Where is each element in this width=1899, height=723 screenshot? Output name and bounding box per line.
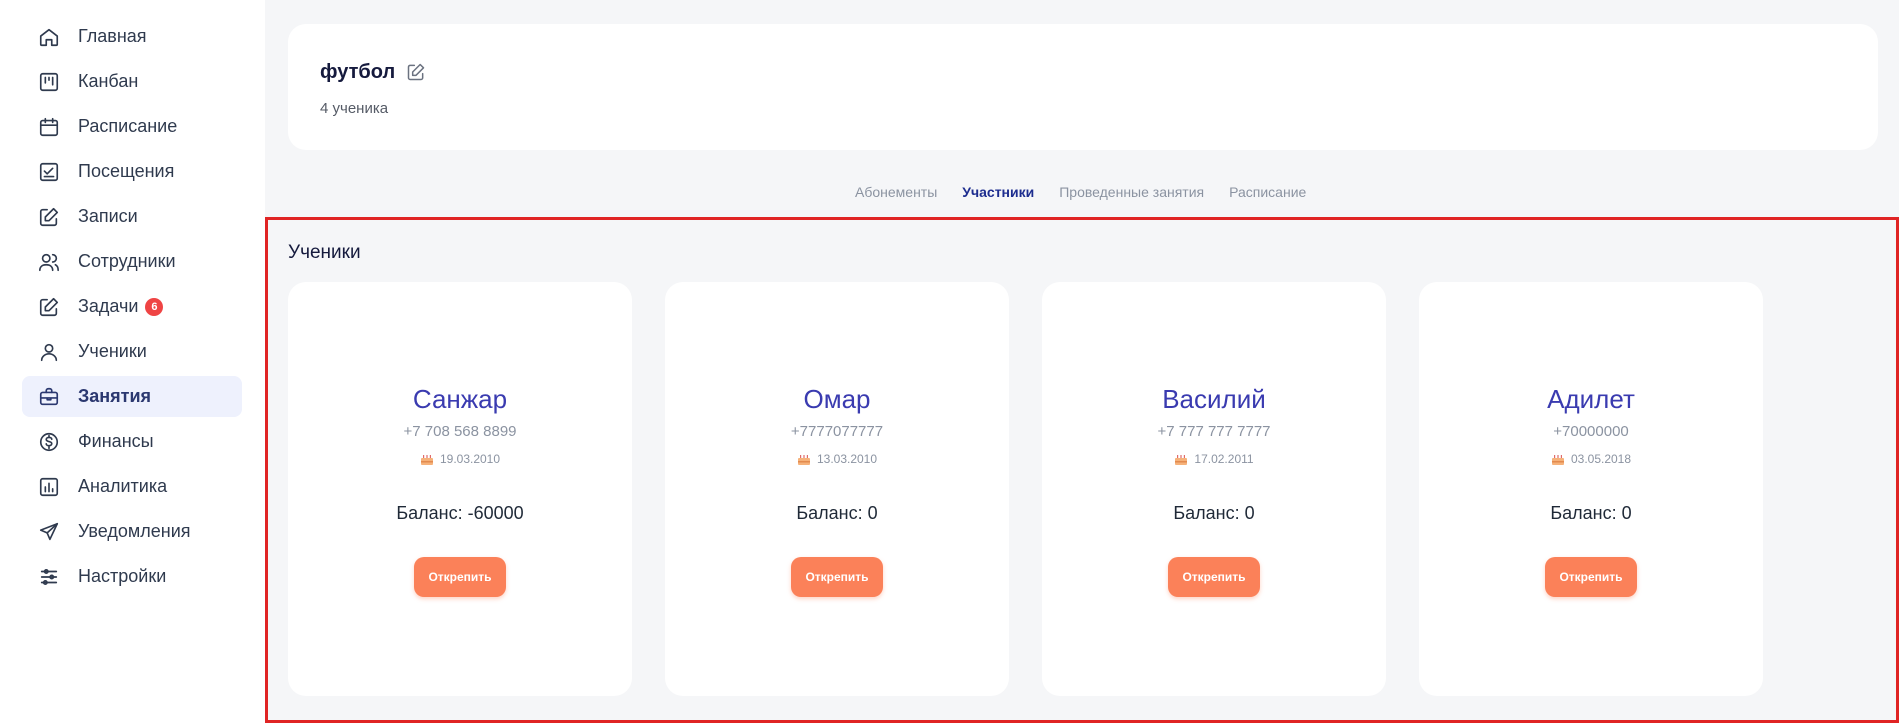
sidebar-item-notifications[interactable]: Уведомления (22, 511, 242, 552)
cake-icon (1174, 453, 1188, 465)
sidebar-item-label: Уведомления (78, 521, 191, 541)
cake-icon (420, 453, 434, 465)
sidebar-item-kanban[interactable]: Канбан (22, 61, 242, 102)
student-name: Адилет (1547, 384, 1635, 414)
sidebar-item-home[interactable]: Главная (22, 16, 242, 57)
sidebar-item-label: Сотрудники (78, 251, 176, 271)
bar-chart-icon (37, 475, 61, 499)
student-card: Омар +7777077777 13.03.2010 Баланс: 0 От… (665, 282, 1009, 696)
student-phone: +7777077777 (790, 423, 884, 440)
unpin-button[interactable]: Открепить (414, 557, 506, 597)
student-phone: +7 708 568 8899 (403, 423, 517, 440)
home-icon (37, 25, 61, 49)
tab-held-classes[interactable]: Проведенные занятия (1059, 184, 1204, 200)
group-title: футбол (320, 61, 396, 83)
student-birthdate: 17.02.2011 (1194, 452, 1254, 466)
group-header-card: футбол 4 ученика (288, 24, 1878, 150)
sidebar-item-attendance[interactable]: Посещения (22, 151, 242, 192)
student-name: Василий (1162, 384, 1266, 414)
kanban-icon (37, 70, 61, 94)
sidebar-item-schedule[interactable]: Расписание (22, 106, 242, 147)
student-card: Адилет +70000000 03.05.2018 Баланс: 0 От… (1419, 282, 1763, 696)
sidebar-item-students[interactable]: Ученики (22, 331, 242, 372)
cake-icon (797, 453, 811, 465)
student-balance: Баланс: 0 (796, 503, 878, 523)
student-birthdate-row: 17.02.2011 (1042, 452, 1386, 466)
sliders-icon (37, 565, 61, 589)
sidebar-item-label: Посещения (78, 161, 175, 181)
briefcase-icon (37, 385, 61, 409)
chart-check-icon (37, 160, 61, 184)
sidebar-item-label: Занятия (78, 386, 152, 406)
sidebar-item-analytics[interactable]: Аналитика (22, 466, 242, 507)
student-balance: Баланс: -60000 (396, 503, 524, 523)
sidebar-item-finance[interactable]: Финансы (22, 421, 242, 462)
sidebar-item-label: Настройки (78, 566, 167, 586)
tabs: Абонементы Участники Проведенные занятия… (855, 184, 1306, 200)
student-phone: +70000000 (1553, 423, 1629, 440)
edit-note-icon (37, 205, 61, 229)
student-count: 4 ученика (320, 100, 389, 117)
user-icon (37, 340, 61, 364)
sidebar-item-staff[interactable]: Сотрудники (22, 241, 242, 282)
tasks-count-badge: 6 (145, 297, 164, 316)
calendar-icon (37, 115, 61, 139)
student-balance: Баланс: 0 (1550, 503, 1632, 523)
students-section: Ученики Санжар +7 708 568 8899 19.03.201… (265, 217, 1899, 723)
sidebar-item-classes[interactable]: Занятия (22, 376, 242, 417)
student-birthdate: 03.05.2018 (1570, 452, 1632, 466)
student-birthdate: 19.03.2010 (439, 452, 501, 466)
edit-icon[interactable] (406, 62, 426, 82)
dollar-icon (37, 430, 61, 454)
sidebar: Главная Канбан Расписание Посещения Запи… (0, 0, 265, 723)
tasks-icon (37, 295, 61, 319)
unpin-button[interactable]: Открепить (791, 557, 883, 597)
tab-participants[interactable]: Участники (962, 184, 1034, 200)
sidebar-item-label: Ученики (78, 341, 147, 361)
cake-icon (1551, 453, 1565, 465)
student-card: Санжар +7 708 568 8899 19.03.2010 Баланс… (288, 282, 632, 696)
unpin-button[interactable]: Открепить (1545, 557, 1637, 597)
student-name: Омар (803, 384, 871, 414)
sidebar-item-label: Канбан (78, 71, 139, 91)
student-phone: +7 777 777 7777 (1157, 423, 1271, 440)
student-name: Санжар (412, 384, 508, 414)
sidebar-item-label: Задачи (78, 296, 139, 316)
sidebar-item-settings[interactable]: Настройки (22, 556, 242, 597)
sidebar-item-label: Записи (78, 206, 138, 226)
sidebar-item-tasks[interactable]: Задачи 6 (22, 286, 242, 327)
sidebar-item-records[interactable]: Записи (22, 196, 242, 237)
student-card: Василий +7 777 777 7777 17.02.2011 Балан… (1042, 282, 1386, 696)
student-birthdate-row: 19.03.2010 (288, 452, 632, 466)
tab-subscriptions[interactable]: Абонементы (855, 184, 937, 200)
users-icon (37, 250, 61, 274)
sidebar-item-label: Аналитика (78, 476, 168, 496)
unpin-button[interactable]: Открепить (1168, 557, 1260, 597)
sidebar-item-label: Расписание (78, 116, 178, 136)
sidebar-item-label: Финансы (78, 431, 154, 451)
send-icon (37, 520, 61, 544)
student-birthdate-row: 03.05.2018 (1419, 452, 1763, 466)
sidebar-item-label: Главная (78, 26, 147, 46)
tab-schedule[interactable]: Расписание (1229, 184, 1306, 200)
section-title: Ученики (288, 242, 361, 263)
student-birthdate-row: 13.03.2010 (665, 452, 1009, 466)
student-birthdate: 13.03.2010 (816, 452, 878, 466)
student-balance: Баланс: 0 (1173, 503, 1255, 523)
